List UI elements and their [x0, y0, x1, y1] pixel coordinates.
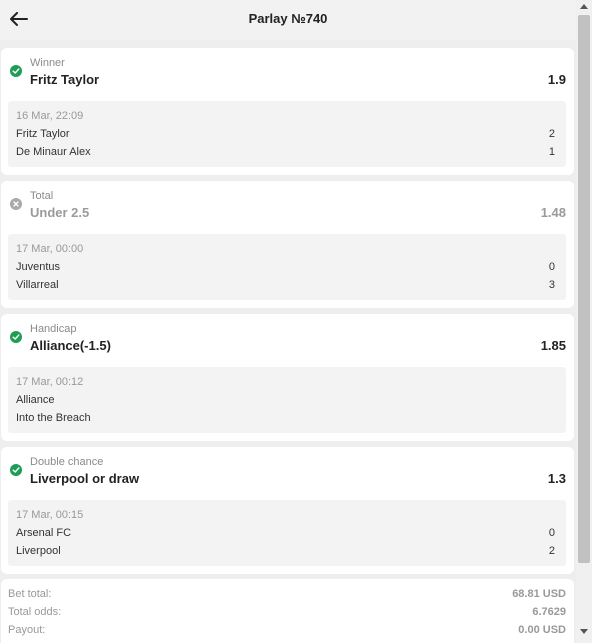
score-away: 2	[548, 545, 555, 557]
payout-row: Payout: 0.00 USD	[8, 624, 566, 638]
market-label: Winner	[30, 57, 65, 69]
score-home: 2	[548, 128, 555, 140]
market-label: Handicap	[30, 323, 77, 335]
team-home: Arsenal FC	[16, 527, 72, 539]
score-home: 0	[548, 261, 555, 273]
event-box: 17 Mar, 00:15 Arsenal FC Liverpool 0 2	[8, 500, 566, 566]
header-bar: Parlay №740	[0, 0, 576, 40]
event-date: 17 Mar, 00:00	[16, 243, 84, 255]
team-away: Villarreal	[16, 279, 59, 291]
odds-value: 1.3	[547, 471, 566, 486]
bet-total-row: Bet total: 68.81 USD	[8, 588, 566, 602]
event-box: 17 Mar, 00:00 Juventus Villarreal 0 3	[8, 234, 566, 300]
scroll-up-arrow-icon[interactable]	[580, 4, 588, 9]
won-check-icon	[10, 464, 22, 476]
score-away: 3	[548, 279, 555, 291]
team-home: Fritz Taylor	[16, 128, 70, 140]
event-date: 17 Mar, 00:12	[16, 376, 84, 388]
event-box: 16 Mar, 22:09 Fritz Taylor De Minaur Ale…	[8, 101, 566, 167]
scrollbar-thumb[interactable]	[578, 15, 590, 563]
event-date: 17 Mar, 00:15	[16, 509, 84, 521]
parlay-summary: Bet total: 68.81 USD Total odds: 6.7629 …	[1, 579, 574, 643]
team-away: Into the Breach	[16, 412, 91, 424]
page-title: Parlay №740	[248, 11, 328, 26]
market-label: Double chance	[30, 456, 104, 468]
scroll-down-arrow-icon[interactable]	[580, 629, 588, 634]
total-odds-value: 6.7629	[532, 606, 566, 618]
team-away: Liverpool	[16, 545, 61, 557]
outcome-label: Alliance(-1.5)	[30, 338, 111, 353]
odds-value: 1.9	[547, 72, 566, 87]
team-home: Juventus	[16, 261, 61, 273]
outcome-label: Under 2.5	[30, 205, 90, 220]
payout-label: Payout:	[8, 624, 46, 636]
total-odds-label: Total odds:	[8, 606, 62, 618]
score-away: 1	[548, 146, 555, 158]
total-odds-row: Total odds: 6.7629	[8, 606, 566, 620]
bet-card: Double chance Liverpool or draw 1.3 17 M…	[1, 447, 574, 574]
bet-card: Winner Fritz Taylor 1.9 16 Mar, 22:09 Fr…	[1, 48, 574, 175]
event-date: 16 Mar, 22:09	[16, 110, 84, 122]
bet-total-value: 68.81 USD	[512, 588, 566, 600]
outcome-label: Fritz Taylor	[30, 72, 100, 87]
payout-value: 0.00 USD	[518, 624, 566, 636]
event-box: 17 Mar, 00:12 Alliance Into the Breach	[8, 367, 566, 433]
market-label: Total	[30, 190, 54, 202]
bet-card: Handicap Alliance(-1.5) 1.85 17 Mar, 00:…	[1, 314, 574, 441]
bet-total-label: Bet total:	[8, 588, 52, 600]
vertical-scrollbar[interactable]	[576, 0, 592, 643]
bet-card: Total Under 2.5 1.48 17 Mar, 00:00 Juven…	[1, 181, 574, 308]
odds-value: 1.48	[540, 205, 566, 220]
odds-value: 1.85	[540, 338, 566, 353]
bet-list[interactable]: Winner Fritz Taylor 1.9 16 Mar, 22:09 Fr…	[0, 40, 576, 643]
won-check-icon	[10, 331, 22, 343]
score-home: 0	[548, 527, 555, 539]
team-home: Alliance	[16, 394, 55, 406]
team-away: De Minaur Alex	[16, 146, 91, 158]
lost-cross-icon	[10, 198, 22, 210]
won-check-icon	[10, 65, 22, 77]
outcome-label: Liverpool or draw	[30, 471, 140, 486]
